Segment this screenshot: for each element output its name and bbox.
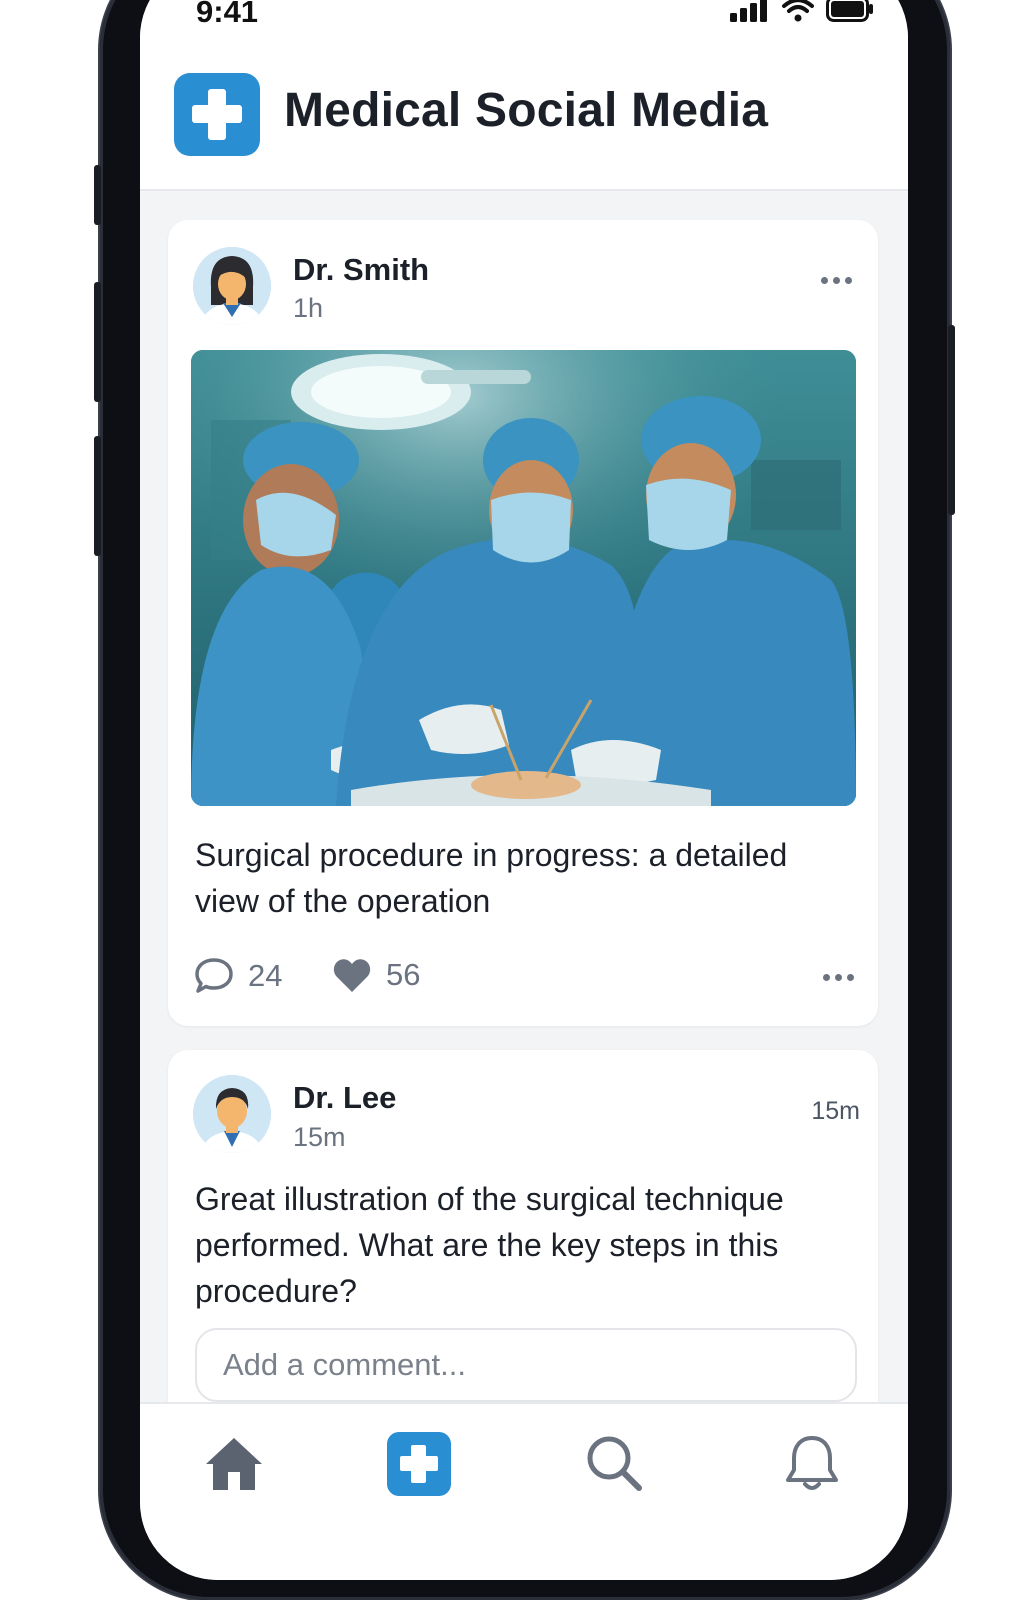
side-button-volume-up: [94, 282, 101, 402]
status-bar: 9:41: [140, 0, 908, 29]
bottom-nav: [140, 1402, 908, 1580]
male-doctor-avatar-icon: [193, 1075, 271, 1153]
app-header: Medical Social Media: [140, 28, 908, 191]
comment-icon: [195, 958, 233, 993]
bell-icon: [786, 1436, 838, 1490]
battery-icon: [826, 0, 873, 22]
post-card: Dr. Smith 1h Surgical procedure in progr…: [168, 220, 878, 1026]
phone-screen: 9:41 Medical Social Media Dr. Smith 1h S…: [140, 0, 908, 1580]
post-actions-more-icon[interactable]: [823, 974, 854, 981]
post-actions: 24 56: [194, 956, 854, 1000]
nav-search[interactable]: [583, 1432, 647, 1496]
surgery-photo[interactable]: [191, 350, 856, 806]
like-count: 56: [386, 957, 421, 992]
post-more-options-icon[interactable]: [821, 277, 852, 284]
comment-time-right: 15m: [811, 1097, 860, 1125]
search-icon: [587, 1436, 642, 1491]
app-title: Medical Social Media: [284, 84, 769, 137]
status-time: 9:41: [196, 0, 259, 29]
nav-home[interactable]: [202, 1432, 266, 1496]
signal-icon: [730, 0, 767, 22]
heart-icon: [333, 959, 371, 992]
post-author-name[interactable]: Dr. Smith: [293, 252, 429, 288]
nav-notifications[interactable]: [780, 1432, 844, 1496]
avatar-dr-smith[interactable]: [193, 247, 271, 325]
comment-count: 24: [248, 958, 283, 993]
comment-timestamp: 15m: [293, 1122, 346, 1152]
nav-plus-icon[interactable]: [387, 1432, 451, 1496]
post-caption: Surgical procedure in progress: a detail…: [195, 837, 788, 919]
post-timestamp: 1h: [293, 293, 324, 323]
comment-input[interactable]: [195, 1328, 857, 1402]
side-button-power: [948, 325, 955, 515]
comment-author-name[interactable]: Dr. Lee: [293, 1080, 396, 1116]
medical-cross-logo-icon: [174, 73, 260, 156]
comment-button[interactable]: 24: [194, 956, 282, 996]
wifi-icon: [782, 0, 814, 22]
side-button-volume-down: [94, 436, 101, 556]
surgery-scene-illustration: [191, 350, 856, 806]
avatar-dr-lee[interactable]: [193, 1075, 271, 1153]
comment-text: Great illustration of the surgical techn…: [195, 1181, 784, 1309]
like-button[interactable]: 56: [332, 956, 420, 994]
side-button-silent: [94, 165, 101, 225]
female-doctor-avatar-icon: [193, 247, 271, 325]
home-icon: [206, 1438, 262, 1490]
status-icons: [730, 0, 874, 22]
